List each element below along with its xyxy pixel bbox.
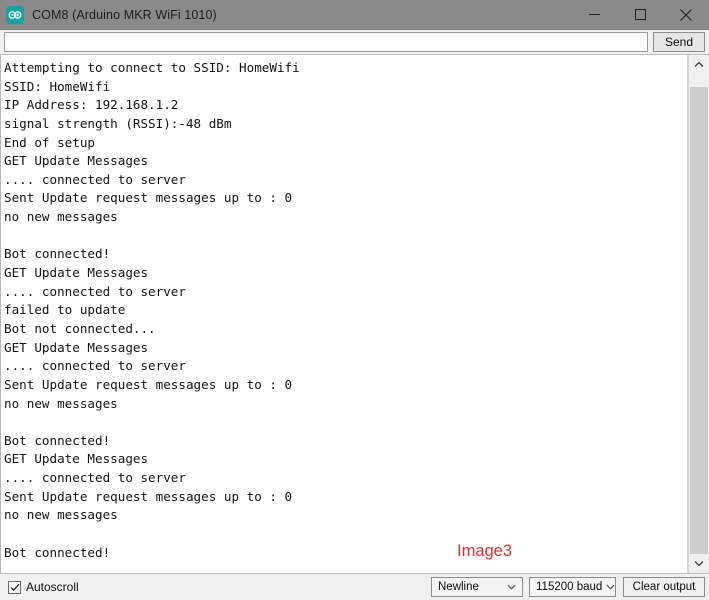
log-line: Attempting to connect to SSID: HomeWifi bbox=[4, 60, 300, 75]
console-area: Attempting to connect to SSID: HomeWifi S… bbox=[0, 54, 709, 574]
log-line: no new messages bbox=[4, 209, 118, 225]
console-scrollbar[interactable] bbox=[688, 55, 709, 573]
log-line: Bot connected! bbox=[4, 246, 111, 262]
arduino-logo-icon bbox=[6, 5, 24, 24]
baud-rate-value: 115200 baud bbox=[536, 581, 603, 593]
send-button[interactable]: Send bbox=[653, 32, 705, 52]
scrollbar-thumb[interactable] bbox=[690, 87, 708, 554]
serial-monitor-window: COM8 (Arduino MKR WiFi 1010) Send Attemp… bbox=[0, 0, 709, 600]
log-line: Bot connected! bbox=[4, 432, 111, 448]
serial-output[interactable]: Attempting to connect to SSID: HomeWifi S… bbox=[0, 55, 688, 573]
send-row: Send bbox=[0, 30, 709, 54]
log-line: GET Update Messages bbox=[4, 339, 149, 355]
autoscroll-toggle[interactable]: Autoscroll bbox=[8, 580, 79, 594]
serial-send-input[interactable] bbox=[4, 32, 648, 52]
minimize-icon[interactable] bbox=[571, 0, 617, 29]
log-line: IP Address: 192.168.1.2 bbox=[4, 97, 179, 113]
log-line: Sent Update request messages up to : 0 bbox=[4, 376, 293, 392]
log-line: .... connected to server bbox=[4, 171, 186, 187]
log-line: signal strength (RSSI):-48 dBm bbox=[4, 115, 232, 131]
annotation-line-1: Image3 bbox=[457, 542, 513, 560]
chevron-down-icon[interactable] bbox=[689, 554, 709, 573]
status-bar: Autoscroll Newline 115200 baud Clear out… bbox=[0, 574, 709, 600]
log-line: GET Update Messages bbox=[4, 153, 149, 169]
log-line: .... connected to server bbox=[4, 470, 186, 486]
log-line: .... connected to server bbox=[4, 283, 186, 299]
log-line: Bot not connected... bbox=[4, 320, 156, 336]
line-ending-select[interactable]: Newline bbox=[431, 577, 523, 597]
chevron-down-icon bbox=[602, 584, 618, 590]
autoscroll-checkbox[interactable] bbox=[8, 580, 21, 594]
log-line: no new messages bbox=[4, 395, 118, 411]
title-bar: COM8 (Arduino MKR WiFi 1010) bbox=[0, 0, 709, 30]
autoscroll-label: Autoscroll bbox=[26, 580, 79, 594]
log-line: .... connected to server bbox=[4, 358, 186, 374]
chevron-down-icon bbox=[503, 584, 519, 590]
log-line: End of setup bbox=[4, 134, 95, 150]
log-line: failed to update bbox=[4, 302, 126, 318]
maximize-icon[interactable] bbox=[617, 0, 663, 29]
baud-rate-select[interactable]: 115200 baud bbox=[529, 577, 616, 597]
log-line: SSID: HomeWifi bbox=[4, 78, 111, 94]
log-line: GET Update Messages bbox=[4, 265, 149, 281]
window-title: COM8 (Arduino MKR WiFi 1010) bbox=[32, 7, 217, 22]
line-ending-value: Newline bbox=[438, 581, 479, 593]
clear-output-button[interactable]: Clear output bbox=[623, 577, 705, 597]
log-line: GET Update Messages bbox=[4, 451, 149, 467]
image-annotation: Image3 serial monitor logs bbox=[457, 486, 591, 573]
scrollbar-track[interactable] bbox=[689, 74, 709, 554]
close-icon[interactable] bbox=[663, 0, 709, 29]
chevron-up-icon[interactable] bbox=[689, 55, 709, 74]
log-line: Sent Update request messages up to : 0 bbox=[4, 190, 293, 206]
